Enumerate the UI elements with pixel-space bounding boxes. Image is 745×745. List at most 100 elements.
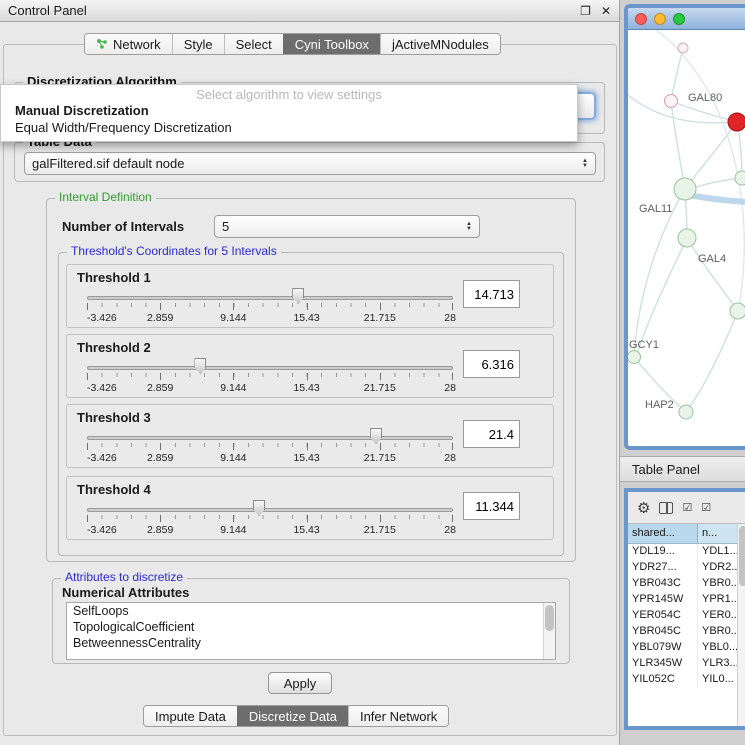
app-window: Control Panel ❐ ✕ Network Style Select C…: [0, 0, 745, 745]
tab-style-label: Style: [184, 37, 213, 52]
slider-minor-ticks: [87, 303, 453, 307]
slider-track: [87, 296, 453, 300]
threshold-4-value-input[interactable]: [463, 492, 520, 520]
slider-track: [87, 366, 453, 370]
threshold-1-panel: Threshold 1 -3.426 2.859 9.144 15.43 21.…: [66, 264, 554, 328]
table-row[interactable]: YBR043CYBR0...: [628, 576, 745, 592]
select-all-icon[interactable]: ☑: [682, 501, 692, 514]
network-icon: [96, 38, 108, 50]
tab-style[interactable]: Style: [172, 34, 224, 54]
threshold-3-slider-thumb[interactable]: [370, 428, 382, 444]
tab-impute-data[interactable]: Impute Data: [144, 706, 237, 726]
list-item[interactable]: SelfLoops: [67, 603, 555, 619]
thresholds-group-title: Threshold's Coordinates for 5 Intervals: [67, 244, 281, 258]
bottom-tab-bar: Impute Data Discretize Data Infer Networ…: [143, 705, 449, 727]
network-node-labels: GAL80 GAL11 GAL4 GCY1 HAP2: [629, 92, 726, 411]
number-of-intervals-label: Number of Intervals: [62, 219, 184, 234]
table-row[interactable]: YPR145WYPR1...: [628, 592, 745, 608]
node-gcy1[interactable]: [628, 351, 641, 364]
slider-track: [87, 436, 453, 440]
list-item[interactable]: TopologicalCoefficient: [67, 619, 555, 635]
table-body: YDL19...YDL1... YDR27...YDR2... YBR043CY…: [628, 544, 745, 688]
number-of-intervals-combo[interactable]: 5 ▲▼: [214, 215, 480, 238]
zoom-traffic-light-icon[interactable]: [673, 13, 685, 25]
select-none-icon[interactable]: ☑: [701, 501, 711, 514]
threshold-2-slider[interactable]: -3.426 2.859 9.144 15.43 21.715 28: [87, 357, 453, 395]
apply-button[interactable]: Apply: [268, 672, 332, 694]
tab-jactivemnodules[interactable]: jActiveMNodules: [380, 34, 500, 54]
tab-infer-network-label: Infer Network: [360, 709, 437, 724]
close-traffic-light-icon[interactable]: [635, 13, 647, 25]
node-label: GAL11: [639, 203, 672, 215]
node[interactable]: [735, 171, 745, 185]
threshold-1-slider[interactable]: -3.426 2.859 9.144 15.43 21.715 28: [87, 287, 453, 325]
control-panel-title: Control Panel: [8, 3, 87, 18]
slider-track: [87, 508, 453, 512]
node-selected-red[interactable]: [728, 113, 745, 131]
threshold-2-slider-thumb[interactable]: [194, 358, 206, 374]
tab-discretize-data[interactable]: Discretize Data: [237, 706, 348, 726]
table-row[interactable]: YBL079WYBL0...: [628, 640, 745, 656]
table-panel-header: Table Panel: [620, 456, 745, 482]
tab-cyni-toolbox[interactable]: Cyni Toolbox: [283, 34, 380, 54]
threshold-2-label: Threshold 2: [77, 340, 151, 355]
combo-spinner-icon: ▲▼: [466, 222, 472, 232]
column-selector-icon[interactable]: [659, 502, 673, 514]
node-label: GAL4: [698, 253, 726, 265]
attributes-list[interactable]: SelfLoops TopologicalCoefficient Between…: [66, 602, 556, 660]
network-nodes[interactable]: [628, 43, 745, 419]
close-panel-icon[interactable]: ✕: [601, 4, 611, 18]
table-row[interactable]: YBR045CYBR0...: [628, 624, 745, 640]
node-gal80[interactable]: [665, 95, 678, 108]
table-data-combo[interactable]: galFiltered.sif default node ▲▼: [24, 152, 596, 175]
tab-impute-data-label: Impute Data: [155, 709, 226, 724]
network-edges: [628, 30, 745, 412]
gear-icon[interactable]: ⚙: [637, 499, 650, 517]
network-window-titlebar: [628, 8, 745, 30]
node-gal4[interactable]: [678, 229, 696, 247]
float-panel-icon[interactable]: ❐: [580, 4, 591, 18]
numerical-attributes-label: Numerical Attributes: [62, 585, 189, 600]
tab-network[interactable]: Network: [85, 34, 172, 54]
slider-minor-ticks: [87, 443, 453, 447]
number-of-intervals-value: 5: [222, 219, 229, 234]
threshold-4-panel: Threshold 4 -3.426 2.859 9.144 15.43 21.…: [66, 476, 554, 540]
table-scrollbar[interactable]: [737, 524, 745, 726]
table-row[interactable]: YDR27...YDR2...: [628, 560, 745, 576]
table-row[interactable]: YIL052CYIL0...: [628, 672, 745, 688]
threshold-3-slider[interactable]: -3.426 2.859 9.144 15.43 21.715 28: [87, 427, 453, 465]
threshold-4-slider[interactable]: -3.426 2.859 9.144 15.43 21.715 28: [87, 499, 453, 537]
node[interactable]: [678, 43, 688, 53]
dropdown-placeholder: Select algorithm to view settings: [1, 87, 577, 103]
apply-button-label: Apply: [284, 676, 317, 691]
threshold-1-value-input[interactable]: [463, 280, 520, 308]
algorithm-dropdown-popup: Select algorithm to view settings Manual…: [0, 84, 578, 142]
dropdown-option-manual[interactable]: Manual Discretization: [1, 103, 577, 120]
threshold-1-slider-thumb[interactable]: [292, 288, 304, 304]
threshold-2-panel: Threshold 2 -3.426 2.859 9.144 15.43 21.…: [66, 334, 554, 398]
threshold-3-label: Threshold 3: [77, 410, 151, 425]
node[interactable]: [730, 303, 745, 319]
node-gal11[interactable]: [674, 178, 696, 200]
tab-select[interactable]: Select: [224, 34, 283, 54]
column-header-shared-name[interactable]: shared...: [628, 524, 698, 543]
combo-spinner-icon: ▲▼: [582, 159, 588, 169]
threshold-2-value-input[interactable]: [463, 350, 520, 378]
attributes-list-scrollbar[interactable]: [543, 603, 555, 659]
threshold-4-slider-thumb[interactable]: [253, 500, 265, 516]
list-item[interactable]: BetweennessCentrality: [67, 635, 555, 651]
table-row[interactable]: YLR345WYLR3...: [628, 656, 745, 672]
tab-jactivemnodules-label: jActiveMNodules: [392, 37, 489, 52]
node-label: HAP2: [645, 399, 674, 411]
table-row[interactable]: YER054CYER0...: [628, 608, 745, 624]
minimize-traffic-light-icon[interactable]: [654, 13, 666, 25]
tab-infer-network[interactable]: Infer Network: [348, 706, 448, 726]
node-hap2[interactable]: [679, 405, 693, 419]
dropdown-option-equal-width[interactable]: Equal Width/Frequency Discretization: [1, 120, 577, 137]
table-row[interactable]: YDL19...YDL1...: [628, 544, 745, 560]
threshold-3-value-input[interactable]: [463, 420, 520, 448]
interval-definition-title: Interval Definition: [55, 190, 156, 204]
top-tab-bar: Network Style Select Cyni Toolbox jActiv…: [84, 33, 501, 55]
network-canvas[interactable]: GAL80 GAL11 GAL4 GCY1 HAP2: [628, 30, 745, 442]
slider-minor-ticks: [87, 373, 453, 377]
